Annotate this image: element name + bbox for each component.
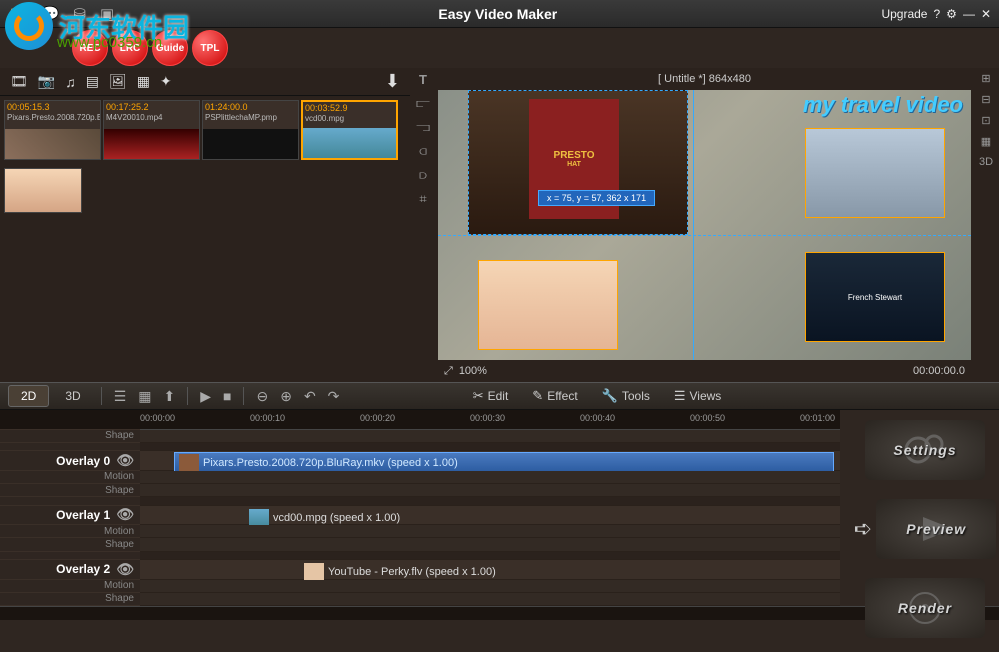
track-lanes[interactable]: 00:00:00 00:00:10 00:00:20 00:00:30 00:0… (140, 410, 840, 606)
preview-button[interactable]: Preview (876, 499, 996, 559)
distribute-v-icon[interactable]: ⊡ (981, 114, 990, 127)
track-name: Overlay 2 (56, 562, 110, 576)
undo-icon[interactable]: ↶ (300, 388, 320, 405)
track-sub-label: Motion (104, 471, 134, 482)
site-watermark: 河东软件园 www.pc0359.cn (5, 2, 189, 50)
preview-statusbar: ⤢ 100% 00:00:00.0 (436, 360, 973, 382)
track-lane[interactable]: Pixars.Presto.2008.720p.BluRay.mkv (spee… (140, 451, 840, 471)
plugin-tab-icon[interactable]: ✦ (160, 73, 172, 90)
media-clip[interactable]: 01:24:00.0PSPlittlechaMP.pmp (202, 100, 299, 160)
align-top-icon[interactable]: ⫏ (419, 143, 427, 159)
menu-effect[interactable]: ✎Effect (522, 388, 587, 404)
play-icon[interactable]: ▶ (196, 388, 215, 405)
up-icon[interactable]: ⬆ (159, 388, 179, 405)
stop-icon[interactable]: ■ (219, 388, 235, 404)
render-button[interactable]: Render (865, 578, 985, 638)
music-tab-icon[interactable]: ♫ (65, 74, 76, 90)
timeline: Shape Overlay 0 👁 Motion Shape Overlay 1 👁… (0, 410, 999, 620)
settings-button[interactable]: Settings (865, 420, 985, 480)
track-sub-label: Shape (105, 430, 134, 441)
fullscreen-icon[interactable]: ⤢ (444, 365, 453, 378)
tab-2d[interactable]: 2D (8, 385, 49, 407)
project-title: [ Untitle *] 864x480 (436, 68, 973, 90)
align-middle-icon[interactable]: ⫐ (419, 167, 427, 183)
watermark-url: www.pc0359.cn (57, 34, 162, 51)
eye-icon[interactable]: 👁 (116, 506, 134, 523)
preview-right-tools: ⊞ ⊟ ⊡ ▦ 3D (973, 68, 999, 382)
menu-edit[interactable]: ✂Edit (463, 388, 519, 404)
zoom-out-icon[interactable]: ⊖ (252, 388, 272, 405)
align-left-icon[interactable]: ⫍ (416, 95, 430, 111)
eye-icon[interactable]: 👁 (116, 452, 134, 469)
track-sub-label: Motion (104, 580, 134, 591)
snap-icon[interactable]: ⊞ (981, 72, 990, 85)
render-panel: Settings ➪ Preview Render (855, 410, 995, 648)
camera-tab-icon[interactable]: 📷 (38, 73, 55, 90)
media-library: 🎞 📷 ♫ ▤ 🖼 ▦ ✦ ⬇ 00:05:15.3Pixars.Presto.… (0, 68, 410, 382)
redo-icon[interactable]: ↷ (324, 388, 344, 405)
3d-icon[interactable]: 3D (979, 156, 993, 168)
close-icon[interactable]: ✕ (981, 7, 991, 21)
import-icon[interactable]: ⬇ (385, 71, 400, 92)
video-tab-icon[interactable]: 🎞 (10, 73, 28, 90)
timeline-scrollbar[interactable] (0, 606, 999, 620)
media-clip[interactable]: 00:05:15.3Pixars.Presto.2008.720p.BluRay… (4, 100, 101, 160)
text-tab-icon[interactable]: ▤ (86, 73, 99, 90)
zoom-level: 100% (459, 365, 487, 377)
help-icon[interactable]: ? (933, 7, 940, 21)
track-sub-label: Shape (105, 593, 134, 604)
grid-toggle-icon[interactable]: ▦ (981, 135, 991, 148)
media-clip[interactable]: 00:17:25.2M4V20010.mp4 (103, 100, 200, 160)
track-sub-label: Shape (105, 485, 134, 496)
preview-panel: T ⫍ ⫎ ⫏ ⫐ ⌗ [ Untitle *] 864x480 PRESTOH… (410, 68, 999, 382)
settings-icon[interactable]: ⚙ (946, 7, 957, 21)
track-sub-label: Motion (104, 526, 134, 537)
preview-canvas[interactable]: PRESTOHAT x = 75, y = 57, 362 x 171 my t… (438, 90, 971, 360)
tab-3d[interactable]: 3D (53, 386, 92, 406)
track-lane[interactable]: vcd00.mpg (speed x 1.00) (140, 506, 840, 526)
overlay-clip[interactable] (478, 260, 618, 350)
layers-tab-icon[interactable]: ▦ (137, 73, 150, 90)
menu-tools[interactable]: 🔧Tools (592, 388, 660, 404)
guide-vertical (693, 90, 694, 360)
media-clip-small[interactable] (4, 168, 82, 213)
track-name: Overlay 0 (56, 454, 110, 468)
guide-horizontal (438, 235, 971, 236)
arrow-icon: ➪ (854, 516, 872, 542)
align-center-icon[interactable]: ⫎ (416, 119, 430, 135)
playhead-time: 00:00:00.0 (913, 365, 965, 377)
app-title: Easy Video Maker (114, 6, 881, 22)
upgrade-link[interactable]: Upgrade (881, 7, 927, 21)
track-lane[interactable]: YouTube - Perky.flv (speed x 1.00) (140, 560, 840, 580)
timeline-toolbar: 2D 3D ☰ ▦ ⬆ ▶ ■ ⊖ ⊕ ↶ ↷ ✂Edit ✎Effect 🔧T… (0, 382, 999, 410)
overlay-clip[interactable] (805, 128, 945, 218)
text-tool-icon[interactable]: T (419, 72, 427, 87)
eye-icon[interactable]: 👁 (116, 561, 134, 578)
zoom-in-icon[interactable]: ⊕ (276, 388, 296, 405)
menu-views[interactable]: ☰Views (664, 388, 731, 404)
track-name: Overlay 1 (56, 508, 110, 522)
overlay-clip[interactable]: French Stewart (805, 252, 945, 342)
media-thumbnails: 00:05:15.3Pixars.Presto.2008.720p.BluRay… (0, 96, 410, 164)
time-ruler[interactable]: 00:00:00 00:00:10 00:00:20 00:00:30 00:0… (140, 410, 840, 430)
media-tabs: 🎞 📷 ♫ ▤ 🖼 ▦ ✦ ⬇ (0, 68, 410, 96)
media-clip-selected[interactable]: 00:03:52.9vcd00.mpg (301, 100, 398, 160)
minimize-icon[interactable]: — (963, 7, 975, 21)
track-sub-label: Shape (105, 539, 134, 550)
title-overlay[interactable]: my travel video (803, 92, 963, 118)
overlay-selected[interactable]: PRESTOHAT (468, 90, 688, 235)
grid-icon[interactable]: ⌗ (419, 191, 426, 207)
image-tab-icon[interactable]: 🖼 (109, 73, 127, 90)
track-labels: Shape Overlay 0 👁 Motion Shape Overlay 1 👁… (0, 410, 140, 606)
distribute-h-icon[interactable]: ⊟ (981, 93, 990, 106)
coord-readout: x = 75, y = 57, 362 x 171 (538, 190, 655, 206)
list-icon[interactable]: ☰ (110, 388, 131, 405)
grid-view-icon[interactable]: ▦ (134, 388, 155, 405)
preview-left-tools: T ⫍ ⫎ ⫏ ⫐ ⌗ (410, 68, 436, 382)
watermark-logo (5, 2, 53, 50)
tpl-button[interactable]: TPL (192, 30, 228, 66)
